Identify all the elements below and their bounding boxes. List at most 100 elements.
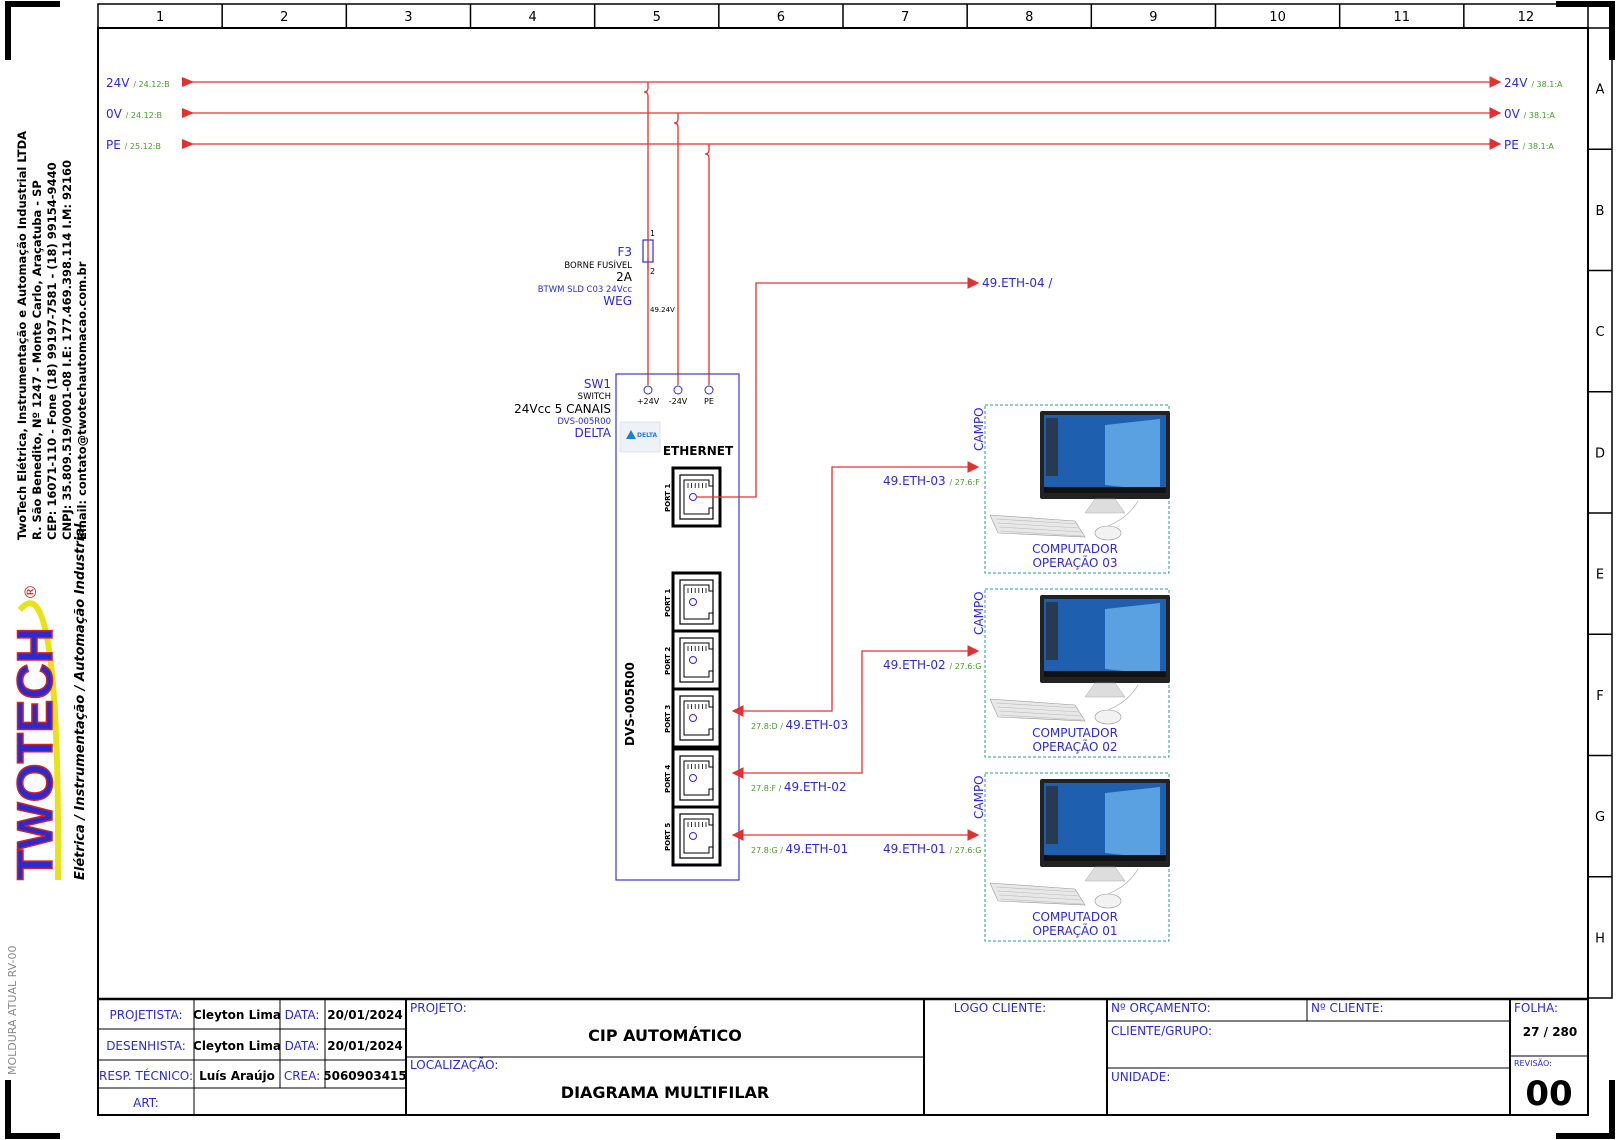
pc1-wire: 49.ETH-01 xyxy=(883,842,946,856)
lan-port-5-label: PORT 5 xyxy=(664,823,672,851)
computer-field-label: CAMPO xyxy=(972,591,986,635)
column-label: 5 xyxy=(653,10,661,25)
folha-value: 27 / 280 xyxy=(1523,1025,1578,1039)
crea-label: CREA: xyxy=(284,1069,320,1083)
terminal-minus24v: -24V xyxy=(669,397,688,406)
column-label: 9 xyxy=(1149,10,1157,25)
pc3-ref: / 27.6:F xyxy=(949,478,980,487)
lan-port-2-label: PORT 2 xyxy=(664,647,672,675)
localizacao-value: DIAGRAMA MULTIFILAR xyxy=(561,1083,769,1102)
folha-label: FOLHA: xyxy=(1514,1001,1558,1015)
port3-wire: 49.ETH-03 xyxy=(785,718,848,732)
desenhista-label: DESENHISTA: xyxy=(106,1039,186,1053)
fuse-f3: 1 2 F3 BORNE FUSÍVEL 2A BTWM SLD C03 24V… xyxy=(538,229,675,314)
rail-0v-name: 0V xyxy=(106,107,123,121)
pc2-wire: 49.ETH-02 xyxy=(883,658,946,672)
switch-vertical-model: DVS-005R00 xyxy=(623,662,637,746)
column-label: 12 xyxy=(1518,10,1535,25)
rail-0v-ref-in: / 24.12:B xyxy=(126,111,162,120)
svg-text:27.8:F / 49.ETH-02: 27.8:F / 49.ETH-02 xyxy=(751,780,847,794)
lan-port-2: PORT 2 xyxy=(664,629,722,691)
data-label-1: DATA: xyxy=(285,1008,320,1022)
drawing-border xyxy=(97,27,1589,1116)
svg-text:49.ETH-01 / 27.6:G: 49.ETH-01 / 27.6:G xyxy=(883,842,981,856)
svg-text:27.8:D / 49.ETH-03: 27.8:D / 49.ETH-03 xyxy=(751,718,848,732)
terminal-plus24v: +24V xyxy=(637,397,660,406)
row-label: B xyxy=(1596,204,1605,219)
switch-spec: 24Vcc 5 CANAIS xyxy=(514,402,611,416)
switch-sw1: SW1 SWITCH 24Vcc 5 CANAIS DVS-005R00 DEL… xyxy=(514,373,740,881)
rail-labels: 24V / 24.12:B 0V / 24.12:B PE / 25.12:B … xyxy=(106,76,1563,152)
projetista-value: Cleyton Lima xyxy=(193,1008,281,1022)
rail-0v-name-out: 0V xyxy=(1504,107,1521,121)
row-label: D xyxy=(1595,446,1605,461)
svg-text:0V / 24.12:B: 0V / 24.12:B xyxy=(106,107,162,121)
column-label: 11 xyxy=(1393,10,1410,25)
projetista-label: PROJETISTA: xyxy=(109,1008,182,1022)
row-label: E xyxy=(1596,568,1604,583)
column-label: 8 xyxy=(1025,10,1033,25)
port-connections xyxy=(731,461,980,841)
rail-pe-ref-out: / 38.1:A xyxy=(1523,142,1555,151)
frame-corners xyxy=(5,1,1615,1139)
unidade-label: UNIDADE: xyxy=(1111,1070,1170,1084)
row-label: G xyxy=(1595,810,1605,825)
uplink-connection xyxy=(696,277,980,498)
lan-port-1-label: PORT 1 xyxy=(664,589,672,617)
port4-ref: 27.8:F xyxy=(751,784,777,793)
switch-delta-logo: DELTA xyxy=(637,432,658,439)
logo-cliente-label: LOGO CLIENTE: xyxy=(954,1001,1046,1015)
computer-operacao: CAMPO COMPUTADOROPERAÇÃO 03 xyxy=(972,404,1170,574)
computer-name-line1: COMPUTADOR xyxy=(1032,910,1118,924)
column-label: 4 xyxy=(528,10,536,25)
lan-port-3: PORT 3 xyxy=(664,687,722,749)
fuse-tag: F3 xyxy=(617,245,632,259)
computer-field-label: CAMPO xyxy=(972,775,986,819)
uplink-wire-label: 49.ETH-04 / xyxy=(982,276,1053,290)
frame-revision-label: MOLDURA ATUAL RV-00 xyxy=(6,946,19,1076)
company-logo: TWOTECH ® Elétrica / Instrumentação / Au… xyxy=(6,523,88,881)
company-line1: TwoTech Elétrica, Instrumentação e Autom… xyxy=(15,131,29,540)
switch-tag: SW1 xyxy=(584,377,611,391)
row-label: F xyxy=(1596,689,1603,704)
projeto-label: PROJETO: xyxy=(410,1001,467,1015)
data-value-2: 20/01/2024 xyxy=(327,1039,403,1053)
art-label: ART: xyxy=(133,1096,159,1110)
computer-name-line2: OPERAÇÃO 02 xyxy=(1032,739,1117,754)
rail-pe-name-out: PE xyxy=(1504,138,1519,152)
company-line3: CEP: 16071-110 - Fone (18) 99197-7581 - … xyxy=(45,162,59,540)
company-info: TwoTech Elétrica, Instrumentação e Autom… xyxy=(15,131,89,540)
fuse-wire-label: 49.24V xyxy=(650,306,675,314)
svg-text:0V / 38.1:A: 0V / 38.1:A xyxy=(1504,107,1555,121)
column-label: 1 xyxy=(156,10,164,25)
orcamento-label: Nº ORÇAMENTO: xyxy=(1111,1001,1211,1015)
data-value-1: 20/01/2024 xyxy=(327,1008,403,1022)
computer-operacao: CAMPO COMPUTADOROPERAÇÃO 01 xyxy=(972,772,1170,942)
switch-type: SWITCH xyxy=(578,392,611,402)
cliente-num-label: Nº CLIENTE: xyxy=(1311,1001,1384,1015)
column-label: 2 xyxy=(280,10,288,25)
rail-pe-name: PE xyxy=(106,138,121,152)
column-label: 6 xyxy=(777,10,785,25)
lan-port-4: PORT 4 xyxy=(664,747,722,809)
computer-name-line2: OPERAÇÃO 01 xyxy=(1032,923,1117,938)
port4-wire: 49.ETH-02 xyxy=(784,780,847,794)
connection-labels: 27.8:D / 49.ETH-03 27.8:F / 49.ETH-02 27… xyxy=(751,474,981,856)
computer-operacao: CAMPO COMPUTADOROPERAÇÃO 02 xyxy=(972,588,1170,758)
row-label: H xyxy=(1595,931,1605,946)
port5-ref: 27.8:G xyxy=(751,846,778,855)
rail-24v-ref-out: / 38.1:A xyxy=(1531,80,1563,89)
port5-wire: 49.ETH-01 xyxy=(786,842,849,856)
port3-ref: 27.8:D xyxy=(751,722,778,731)
rail-24v-ref-in: / 24.12:B xyxy=(133,80,169,89)
ethernet-label: ETHERNET xyxy=(663,444,734,458)
lan-port-4-label: PORT 4 xyxy=(664,765,672,793)
revisao-label: REVISÃO: xyxy=(1514,1058,1552,1068)
logo-text: TWOTECH xyxy=(7,627,63,880)
lan-port-5: PORT 5 xyxy=(664,805,722,867)
pc2-ref: / 27.6:G xyxy=(949,662,981,671)
lan-port-1: PORT 1 xyxy=(664,571,722,633)
fuse-pin2: 2 xyxy=(650,267,655,276)
svg-text:PE / 25.12:B: PE / 25.12:B xyxy=(106,138,161,152)
localizacao-label: LOCALIZAÇÃO: xyxy=(410,1057,498,1072)
